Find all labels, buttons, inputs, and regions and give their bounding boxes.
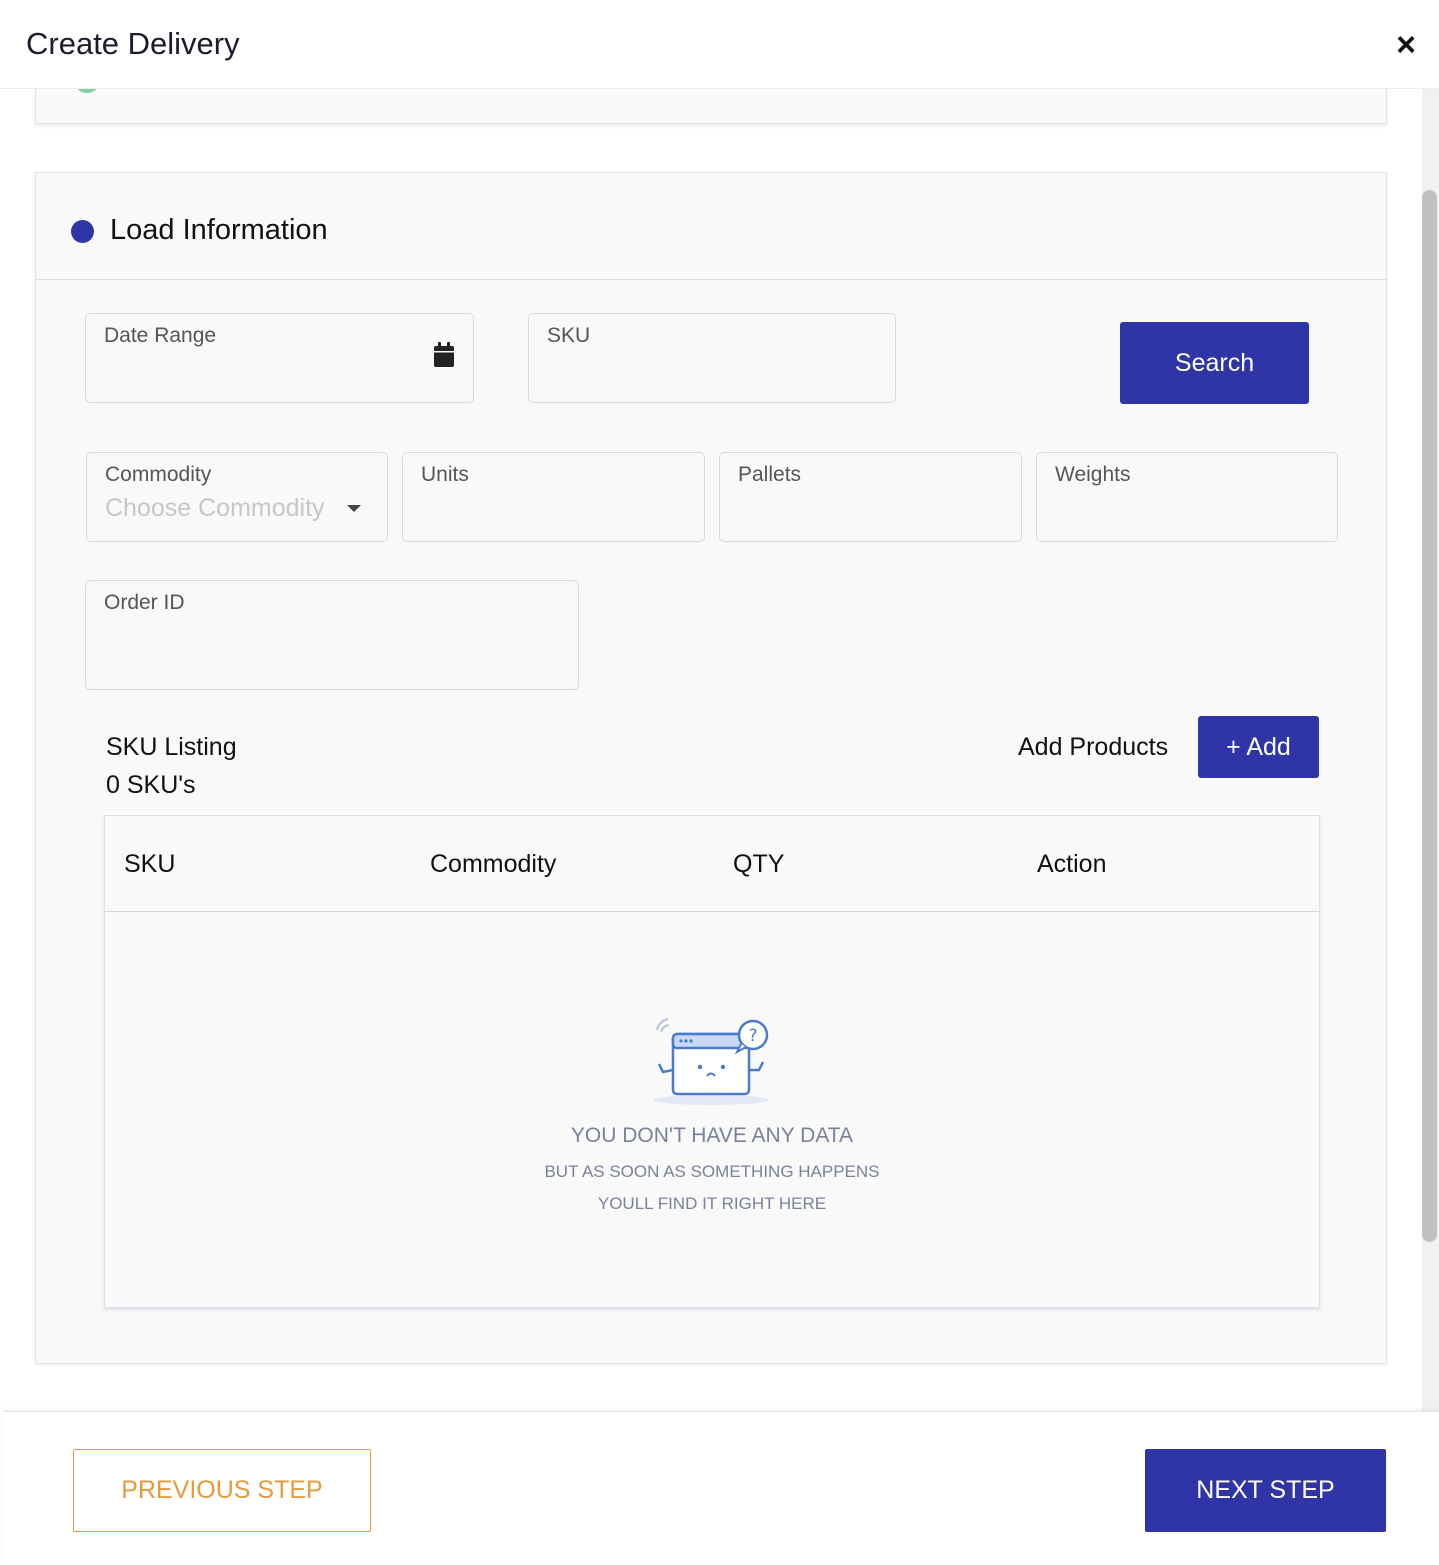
status-dot-icon [74, 89, 100, 93]
pallets-field[interactable]: Pallets [719, 452, 1022, 542]
modal-title: Create Delivery [26, 26, 240, 61]
create-delivery-modal: Create Delivery × Load Information Date … [0, 0, 1439, 1565]
date-range-label: Date Range [104, 324, 217, 347]
pallets-label: Pallets [738, 463, 802, 486]
empty-title: YOU DON'T HAVE ANY DATA [570, 1124, 854, 1147]
empty-line-2: YOULL FIND IT RIGHT HERE [597, 1194, 827, 1213]
section-bullet-icon [71, 220, 94, 243]
next-step-button[interactable]: NEXT STEP [1145, 1449, 1386, 1532]
sku-count: 0 SKU's [106, 771, 196, 799]
date-range-field[interactable]: Date Range [85, 313, 474, 403]
column-header-commodity[interactable]: Commodity [430, 850, 556, 879]
modal-footer: PREVIOUS STEP NEXT STEP [3, 1411, 1439, 1565]
calendar-icon[interactable] [433, 342, 455, 368]
previous-section-card [35, 89, 1387, 124]
column-header-action[interactable]: Action [1037, 850, 1106, 879]
units-label: Units [421, 463, 469, 486]
search-button[interactable]: Search [1120, 322, 1309, 404]
table-header: SKU Commodity QTY Action [105, 816, 1319, 912]
svg-text:?: ? [748, 1026, 757, 1046]
weights-label: Weights [1055, 463, 1131, 486]
scrollbar-thumb[interactable] [1422, 190, 1437, 1242]
units-field[interactable]: Units [402, 452, 705, 542]
section-title: Load Information [110, 214, 328, 246]
order-id-label: Order ID [104, 591, 185, 614]
column-header-qty[interactable]: QTY [733, 850, 784, 879]
add-products-label: Add Products [1018, 733, 1169, 761]
add-product-button[interactable]: + Add [1198, 716, 1319, 778]
chevron-down-icon[interactable] [347, 505, 361, 512]
card-header: Load Information [36, 173, 1386, 280]
empty-line-1: BUT AS SOON AS SOMETHING HAPPENS [544, 1162, 880, 1181]
weights-field[interactable]: Weights [1036, 452, 1338, 542]
load-information-card: Load Information Date Range SKU Search C… [35, 172, 1387, 1364]
commodity-select[interactable]: Commodity Choose Commodity [86, 452, 388, 542]
sku-listing-title: SKU Listing [106, 733, 237, 761]
commodity-label: Commodity [105, 463, 212, 486]
empty-data-illustration: ? [653, 1018, 769, 1105]
column-header-sku[interactable]: SKU [124, 850, 175, 879]
sku-field[interactable]: SKU [528, 313, 896, 403]
sku-label: SKU [547, 324, 591, 347]
modal-header: Create Delivery × [0, 0, 1439, 89]
sku-table: SKU Commodity QTY Action ? YOU DON'T HAV… [104, 815, 1320, 1308]
commodity-placeholder: Choose Commodity [105, 494, 325, 522]
order-id-field[interactable]: Order ID [85, 580, 579, 690]
empty-state: ? YOU DON'T HAVE ANY DATA BUT AS SOON AS… [105, 912, 1319, 1307]
close-icon[interactable]: × [1392, 28, 1420, 62]
modal-body[interactable]: Load Information Date Range SKU Search C… [0, 89, 1422, 1411]
previous-step-button[interactable]: PREVIOUS STEP [73, 1449, 371, 1532]
